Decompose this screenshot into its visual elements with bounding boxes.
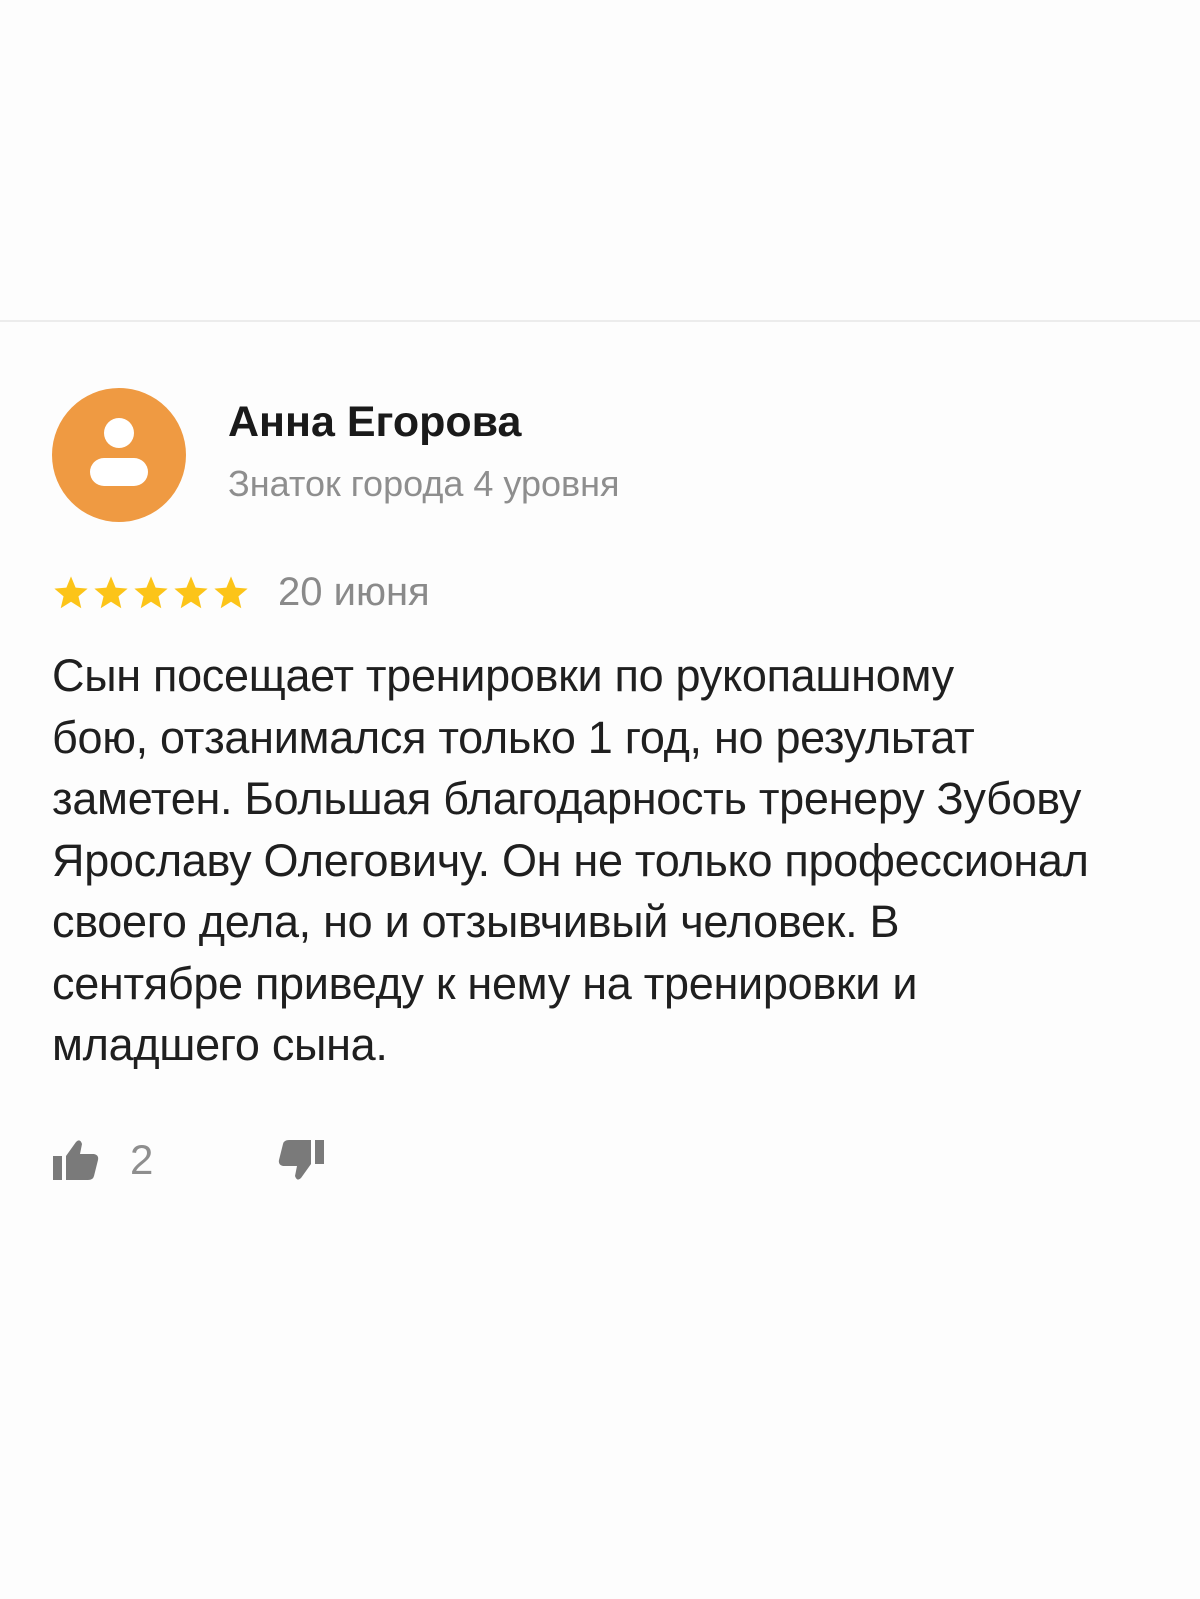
review-author: Анна Егорова Знаток города 4 уровня xyxy=(52,388,1162,522)
dislike-button[interactable] xyxy=(277,1138,325,1182)
rating-stars xyxy=(52,574,250,612)
star-icon xyxy=(134,575,168,608)
star-icon xyxy=(174,575,208,608)
author-level: Знаток города 4 уровня xyxy=(228,463,620,504)
like-count: 2 xyxy=(130,1135,154,1183)
like-button[interactable]: 2 xyxy=(52,1136,153,1184)
review-text: Сын посещает тренировки по рукопашному б… xyxy=(52,650,1089,1070)
user-icon xyxy=(90,418,148,486)
review-card: Анна Егорова Знаток города 4 уровня 20 и… xyxy=(52,388,1162,1184)
star-icon xyxy=(214,575,248,608)
star-icon xyxy=(94,575,128,608)
avatar[interactable] xyxy=(52,388,186,522)
author-info: Анна Егорова Знаток города 4 уровня xyxy=(228,398,620,506)
review-date: 20 июня xyxy=(278,570,430,614)
star-icon xyxy=(54,575,88,608)
thumbs-down-icon xyxy=(279,1139,325,1180)
top-divider xyxy=(0,320,1200,322)
review-reactions: 2 xyxy=(52,1136,1162,1184)
author-name[interactable]: Анна Егорова xyxy=(228,396,620,448)
review-meta: 20 июня xyxy=(52,570,1162,615)
thumbs-up-icon xyxy=(53,1139,99,1180)
